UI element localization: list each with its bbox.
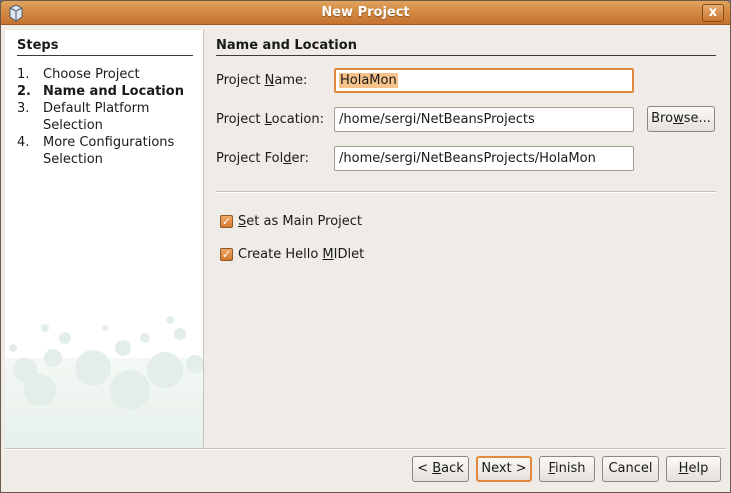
footer-divider <box>5 448 726 450</box>
close-button[interactable]: x <box>702 4 724 22</box>
help-button[interactable]: Help <box>666 456 721 482</box>
project-location-input[interactable]: /home/sergi/NetBeansProjects <box>334 107 634 132</box>
steps-panel: Steps 1. Choose Project 2. Name and Loca… <box>5 30 204 448</box>
hello-midlet-label[interactable]: Create Hello MIDlet <box>238 247 364 262</box>
next-button[interactable]: Next > <box>476 456 532 482</box>
step-label: More Configurations Selection <box>43 135 175 167</box>
step-label: Choose Project <box>43 67 140 82</box>
section-heading: Name and Location <box>216 38 716 56</box>
main-project-checkbox[interactable]: ✓ <box>220 215 233 228</box>
project-folder-input[interactable]: /home/sergi/NetBeansProjects/HolaMon <box>334 146 634 171</box>
project-folder-value: /home/sergi/NetBeansProjects/HolaMon <box>339 151 596 166</box>
step-number: 2. <box>17 84 31 99</box>
step-number: 1. <box>17 67 30 82</box>
finish-button[interactable]: Finish <box>539 456 595 482</box>
project-name-label: Project Name: <box>216 73 308 88</box>
project-name-value: HolaMon <box>339 73 398 88</box>
step-label: Name and Location <box>43 84 184 99</box>
step-number: 4. <box>17 135 30 150</box>
back-button[interactable]: < Back <box>412 456 469 482</box>
browse-button[interactable]: Browse... <box>647 106 715 132</box>
divider <box>216 191 716 193</box>
project-folder-label: Project Folder: <box>216 151 309 166</box>
hello-midlet-checkbox[interactable]: ✓ <box>220 248 233 261</box>
title-bar[interactable]: New Project x <box>1 1 730 25</box>
project-location-label: Project Location: <box>216 112 324 127</box>
checkmark-icon: ✓ <box>221 215 232 228</box>
project-name-input[interactable]: HolaMon <box>334 68 634 93</box>
window-title: New Project <box>321 5 410 20</box>
main-project-label[interactable]: Set as Main Project <box>238 214 362 229</box>
new-project-dialog: New Project x Steps 1. Choose Project 2.… <box>0 0 731 493</box>
steps-heading: Steps <box>17 38 193 56</box>
decorative-bubbles-image <box>5 316 203 448</box>
project-location-value: /home/sergi/NetBeansProjects <box>339 112 535 127</box>
step-label: Default Platform Selection <box>43 101 150 133</box>
close-icon: x <box>708 5 718 20</box>
step-number: 3. <box>17 101 30 116</box>
checkmark-icon: ✓ <box>221 248 232 261</box>
cancel-button[interactable]: Cancel <box>602 456 659 482</box>
